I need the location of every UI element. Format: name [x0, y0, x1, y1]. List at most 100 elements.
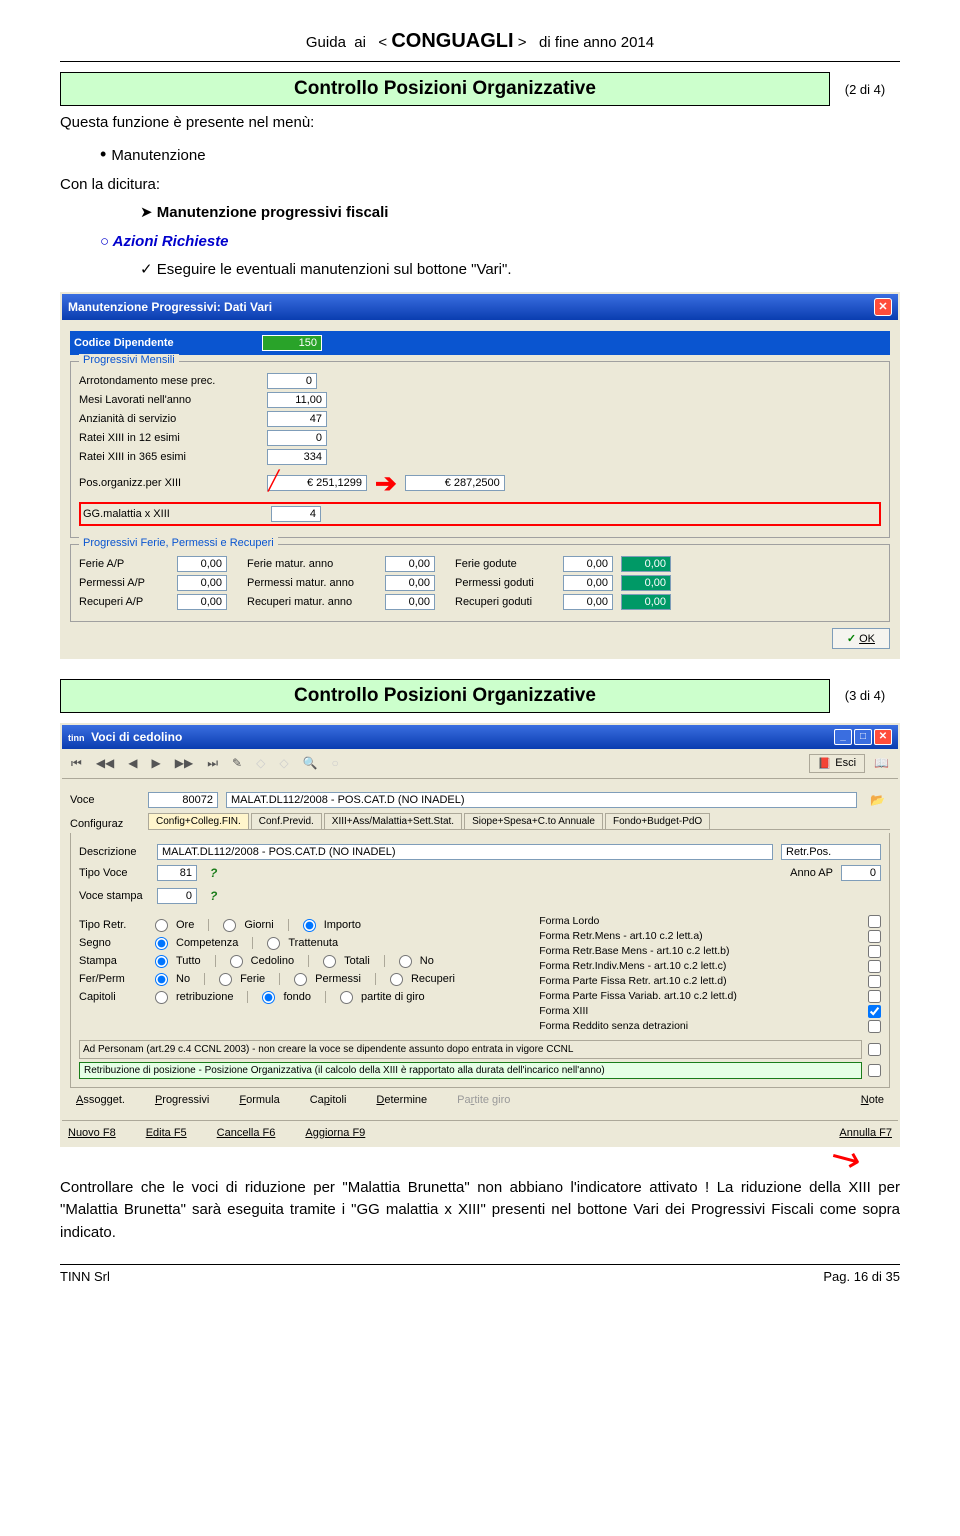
tab-1[interactable]: Conf.Previd.: [251, 813, 322, 829]
pos-new[interactable]: € 287,2500: [405, 475, 505, 491]
f3av[interactable]: 0,00: [177, 594, 227, 610]
cb4[interactable]: [868, 975, 881, 988]
btn-1[interactable]: Progressivi: [155, 1094, 209, 1106]
open-icon[interactable]: 📂: [865, 790, 890, 810]
btn-0[interactable]: Assogget.: [76, 1094, 125, 1106]
r-trat[interactable]: [267, 937, 280, 950]
r2-v[interactable]: 47: [267, 411, 327, 427]
desc-val[interactable]: MALAT.DL112/2008 - POS.CAT.D (NO INADEL): [157, 844, 773, 860]
r-retr[interactable]: [155, 991, 168, 1004]
section-1-title: Controllo Posizioni Organizzative: [60, 72, 830, 106]
help-icon-1[interactable]: ?: [205, 863, 222, 883]
f3dv[interactable]: 0,00: [621, 594, 671, 610]
titlebar-1: Manutenzione Progressivi: Dati Vari ✕: [62, 294, 898, 320]
cb5[interactable]: [868, 990, 881, 1003]
first-icon[interactable]: ⏮: [66, 753, 87, 774]
r-comp[interactable]: [155, 937, 168, 950]
cb2[interactable]: [868, 945, 881, 958]
close-icon[interactable]: ✕: [874, 298, 892, 316]
r4-v[interactable]: 334: [267, 449, 327, 465]
f3b: Recuperi matur. anno: [247, 596, 377, 608]
btn-3[interactable]: Capitoli: [310, 1094, 347, 1106]
cb0[interactable]: [868, 915, 881, 928]
cb3[interactable]: [868, 960, 881, 973]
r-rec[interactable]: [390, 973, 403, 986]
r-ferie[interactable]: [219, 973, 232, 986]
r1-v[interactable]: 11,00: [267, 392, 327, 408]
config-lbl: Configuraz: [70, 818, 140, 830]
bbtn-1[interactable]: Edita F5: [146, 1127, 187, 1139]
f2cv[interactable]: 0,00: [563, 575, 613, 591]
f3bv[interactable]: 0,00: [385, 594, 435, 610]
disabled-3: ○: [327, 753, 344, 773]
f1bv[interactable]: 0,00: [385, 556, 435, 572]
close-icon-2[interactable]: ✕: [874, 729, 892, 745]
header-divider: [60, 61, 900, 62]
retr-val[interactable]: Retr.Pos.: [781, 844, 881, 860]
r-ced[interactable]: [230, 955, 243, 968]
r0-l: Arrotondamento mese prec.: [79, 375, 259, 387]
anno-val[interactable]: 0: [841, 865, 881, 881]
f3cv[interactable]: 0,00: [563, 594, 613, 610]
r-tot[interactable]: [323, 955, 336, 968]
f1av[interactable]: 0,00: [177, 556, 227, 572]
edit-icon[interactable]: ✎: [227, 753, 247, 773]
header-text: Guida ai < CONGUAGLI > di fine anno 2014: [306, 34, 654, 51]
f2dv[interactable]: 0,00: [621, 575, 671, 591]
cb7[interactable]: [868, 1020, 881, 1033]
fwd-icon[interactable]: ▶: [147, 753, 166, 773]
cb-retr[interactable]: [868, 1064, 881, 1077]
tab-2[interactable]: XIII+Ass/Malattia+Sett.Stat.: [324, 813, 462, 829]
tab-3[interactable]: Siope+Spesa+C.to Annuale: [464, 813, 603, 829]
r-fondo[interactable]: [262, 991, 275, 1004]
esci-button[interactable]: 📕Esci: [809, 754, 865, 773]
last-icon[interactable]: ⏭: [202, 753, 223, 774]
f1b: Ferie matur. anno: [247, 558, 377, 570]
r3-v[interactable]: 0: [267, 430, 327, 446]
f2bv[interactable]: 0,00: [385, 575, 435, 591]
bbtn-2[interactable]: Cancella F6: [217, 1127, 276, 1139]
btn-2[interactable]: Formula: [239, 1094, 279, 1106]
f1dv[interactable]: 0,00: [621, 556, 671, 572]
tab-0[interactable]: Config+Colleg.FIN.: [148, 813, 249, 829]
gg-val[interactable]: 4: [271, 506, 321, 522]
stampa-val[interactable]: 0: [157, 888, 197, 904]
f2av[interactable]: 0,00: [177, 575, 227, 591]
footer-right: Pag. 16 di 35: [823, 1269, 900, 1284]
f1cv[interactable]: 0,00: [563, 556, 613, 572]
codice-val[interactable]: 150: [262, 335, 322, 351]
back-icon[interactable]: ◀: [123, 753, 142, 773]
r-part[interactable]: [340, 991, 353, 1004]
r0-v[interactable]: 0: [267, 373, 317, 389]
prev-icon[interactable]: ◀◀: [91, 753, 119, 773]
next-icon[interactable]: ▶▶: [170, 753, 198, 773]
r-importo[interactable]: [303, 919, 316, 932]
bbtn-0[interactable]: Nuovo F8: [68, 1127, 116, 1139]
ok-button[interactable]: OK: [832, 628, 890, 649]
c7: Forma Reddito senza detrazioni: [539, 1020, 688, 1032]
cb-ad[interactable]: [868, 1043, 881, 1056]
btn-6[interactable]: Note: [861, 1094, 884, 1106]
book-icon[interactable]: 📖: [869, 753, 894, 773]
r-tutto[interactable]: [155, 955, 168, 968]
voce-desc[interactable]: MALAT.DL112/2008 - POS.CAT.D (NO INADEL): [226, 792, 857, 808]
r-no2[interactable]: [155, 973, 168, 986]
pos-old[interactable]: € 251,1299╱: [267, 475, 367, 491]
r-no[interactable]: [399, 955, 412, 968]
section-1-row: Controllo Posizioni Organizzative (2 di …: [60, 72, 900, 106]
voce-val[interactable]: 80072: [148, 792, 218, 808]
r-ore[interactable]: [155, 919, 168, 932]
tipo-val[interactable]: 81: [157, 865, 197, 881]
btn-4[interactable]: Determine: [376, 1094, 427, 1106]
help-icon-2[interactable]: ?: [205, 886, 222, 906]
cb6[interactable]: [868, 1005, 881, 1018]
minimize-icon[interactable]: _: [834, 729, 852, 745]
r-giorni[interactable]: [223, 919, 236, 932]
tab-4[interactable]: Fondo+Budget-PdO: [605, 813, 710, 829]
search-icon[interactable]: 🔍: [298, 753, 323, 773]
bbtn-3[interactable]: Aggiorna F9: [305, 1127, 365, 1139]
toolbar: ⏮ ◀◀ ◀ ▶ ▶▶ ⏭ ✎ ◇ ◇ 🔍 ○ 📕Esci 📖: [62, 749, 898, 779]
maximize-icon[interactable]: □: [854, 729, 872, 745]
r-perm[interactable]: [294, 973, 307, 986]
cb1[interactable]: [868, 930, 881, 943]
